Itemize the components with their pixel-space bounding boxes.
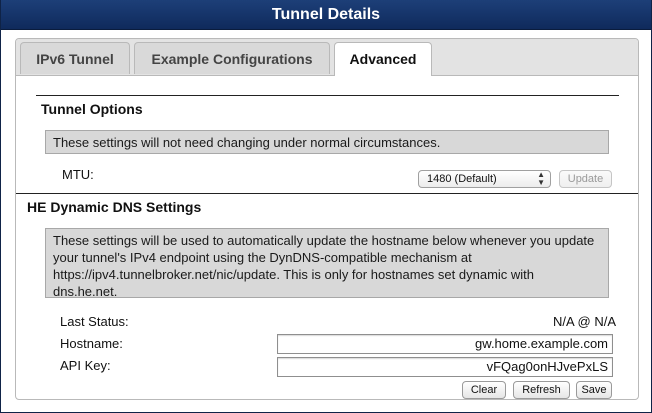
mtu-select-value: 1480 (Default) [427, 173, 497, 185]
mtu-select[interactable]: 1480 (Default) ▲ ▼ [418, 170, 551, 188]
window-title: Tunnel Details [1, 0, 651, 30]
tabs-panel: IPv6 Tunnel Example Configurations Advan… [15, 38, 639, 400]
ddns-heading: HE Dynamic DNS Settings [27, 199, 202, 215]
clear-button[interactable]: Clear [462, 381, 506, 399]
section-divider-middle [16, 193, 638, 194]
select-arrows-icon: ▲ ▼ [537, 170, 545, 187]
tunnel-details-window: Tunnel Details IPv6 Tunnel Example Confi… [0, 0, 652, 413]
save-button[interactable]: Save [576, 381, 612, 399]
mtu-label: MTU: [62, 167, 94, 182]
last-status-label: Last Status: [60, 314, 129, 329]
tab-ipv6-tunnel[interactable]: IPv6 Tunnel [20, 42, 130, 74]
api-key-input[interactable]: vFQag0onHJvePxLS [277, 357, 613, 377]
section-divider-top [36, 95, 619, 96]
api-key-label: API Key: [60, 358, 111, 373]
tunnel-options-heading: Tunnel Options [41, 101, 143, 117]
hostname-input[interactable]: gw.home.example.com [277, 334, 613, 354]
tunnel-options-note: These settings will not need changing un… [45, 130, 609, 154]
tab-example-configurations[interactable]: Example Configurations [134, 42, 330, 74]
update-button[interactable]: Update [559, 170, 612, 188]
ddns-note: These settings will be used to automatic… [45, 228, 609, 299]
tab-strip: IPv6 Tunnel Example Configurations Advan… [16, 39, 638, 76]
tab-advanced[interactable]: Advanced [334, 42, 432, 76]
refresh-button[interactable]: Refresh [513, 381, 570, 399]
hostname-label: Hostname: [60, 336, 123, 351]
last-status-value: N/A @ N/A [552, 314, 616, 329]
